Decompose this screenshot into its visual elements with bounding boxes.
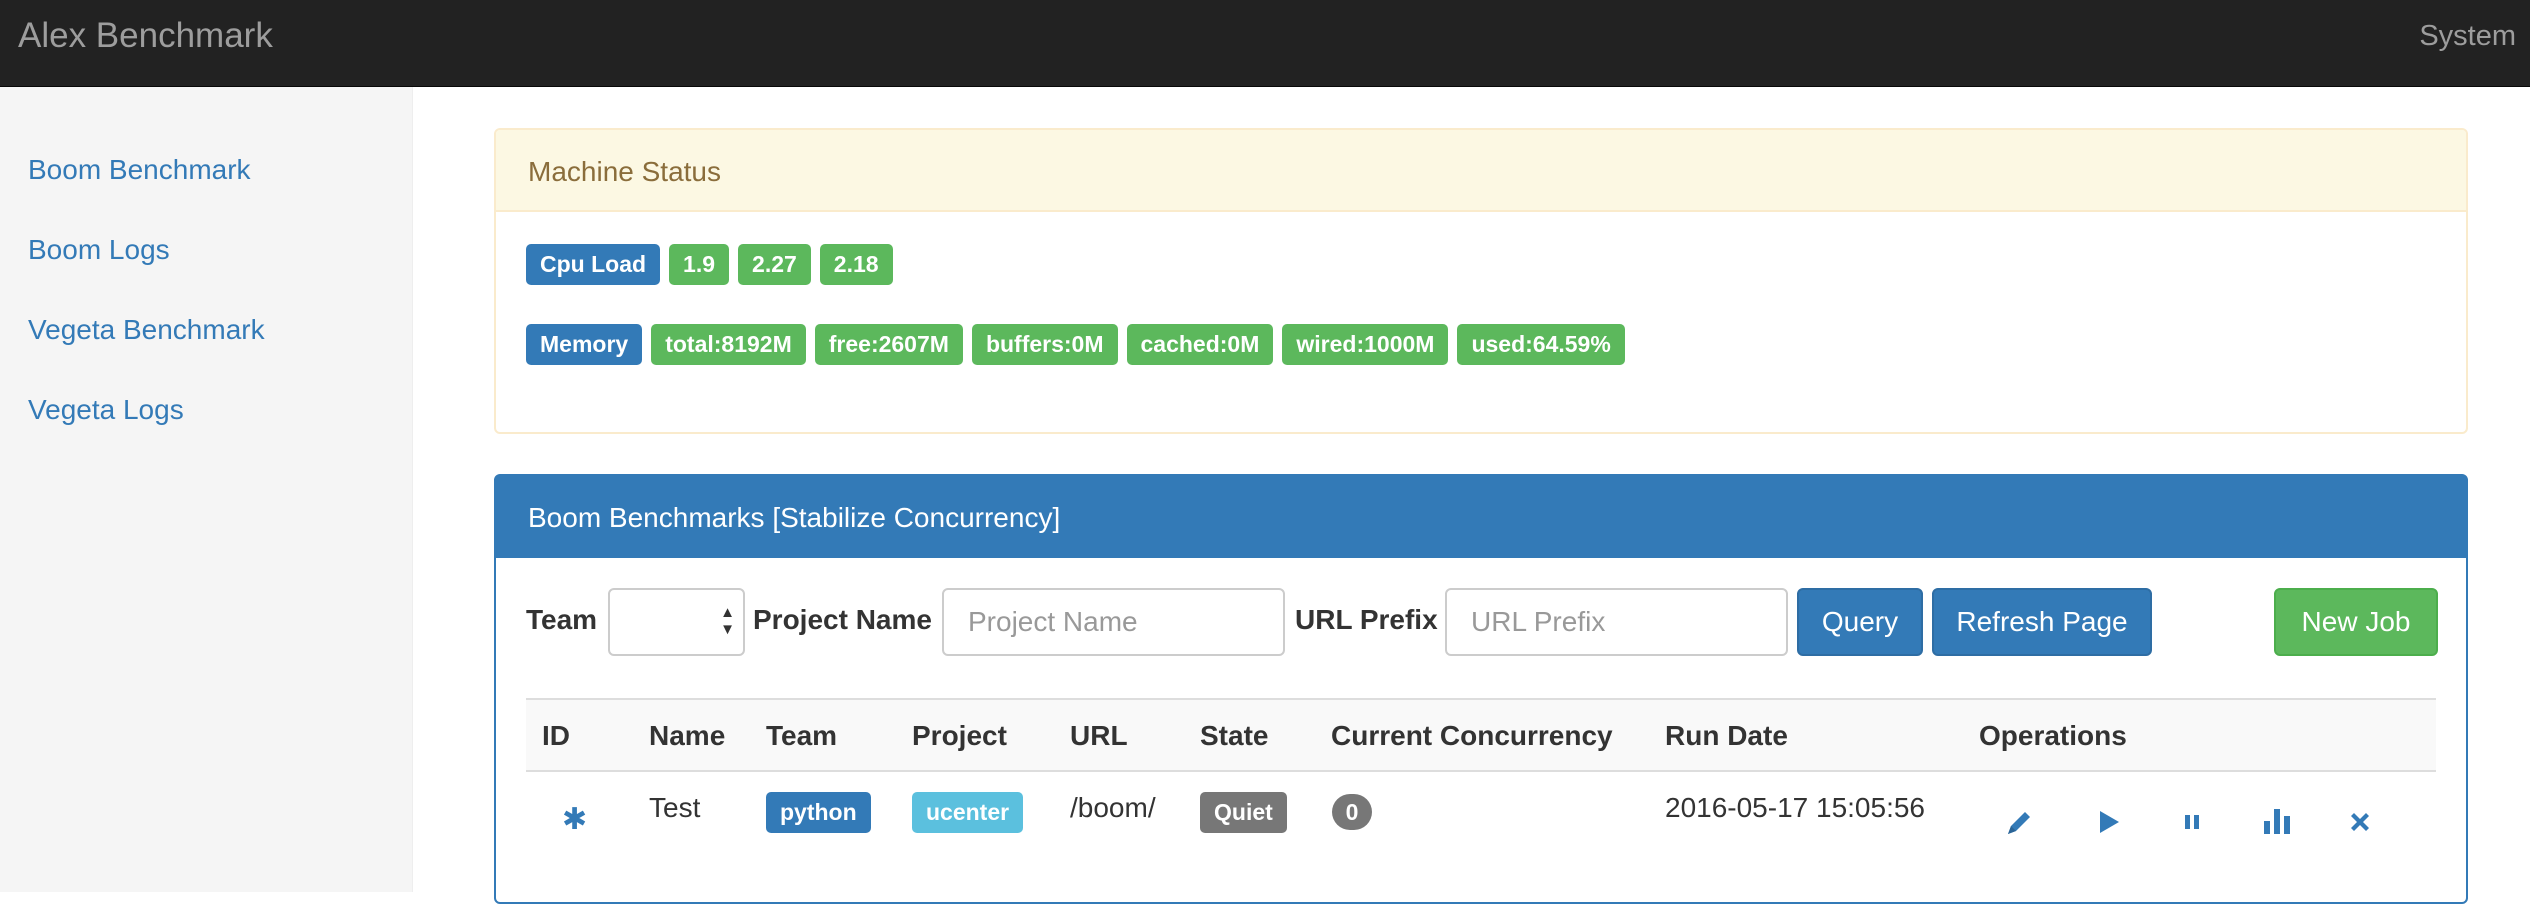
cpu-load-value: 2.27 — [738, 244, 811, 285]
column-header-operations: Operations — [1979, 720, 2127, 751]
cpu-load-value: 2.18 — [819, 244, 893, 285]
machine-status-panel: Machine Status Cpu Load 1.9 2.27 2.18 Me… — [494, 128, 2468, 434]
sidebar-item-vegeta-logs[interactable]: Vegeta Logs — [28, 394, 184, 426]
memory-buffers: buffers:0M — [971, 324, 1118, 365]
stats-icon[interactable] — [2260, 804, 2294, 838]
query-button[interactable]: Query — [1797, 588, 1923, 656]
pencil-icon[interactable] — [2004, 806, 2036, 838]
row-run-date: 2016-05-17 15:05:56 — [1665, 792, 1925, 823]
remove-icon[interactable] — [2344, 806, 2376, 838]
play-icon[interactable] — [2092, 806, 2124, 838]
machine-status-title: Machine Status — [496, 130, 2466, 212]
column-header-run-date: Run Date — [1665, 720, 1788, 751]
memory-row: Memory total:8192M free:2607M buffers:0M… — [526, 324, 1625, 366]
state-badge: Quiet — [1200, 792, 1287, 833]
memory-label: Memory — [526, 324, 643, 365]
top-navbar: Alex Benchmark System — [0, 0, 2530, 87]
nav-system-link[interactable]: System — [2419, 20, 2516, 53]
sidebar-item-boom-logs[interactable]: Boom Logs — [28, 234, 170, 266]
sidebar-item-vegeta-benchmark[interactable]: Vegeta Benchmark — [28, 314, 265, 346]
cpu-load-row: Cpu Load 1.9 2.27 2.18 — [526, 244, 893, 286]
boom-benchmarks-title: Boom Benchmarks [Stabilize Concurrency] — [496, 476, 2466, 558]
cpu-load-value: 1.9 — [669, 244, 730, 285]
refresh-page-button[interactable]: Refresh Page — [1932, 588, 2152, 656]
project-name-label: Project Name — [753, 604, 932, 635]
asterisk-icon[interactable]: ✱ — [562, 802, 587, 837]
sidebar: Boom Benchmark Boom Logs Vegeta Benchmar… — [0, 87, 413, 892]
pause-icon[interactable] — [2176, 806, 2208, 838]
brand-link[interactable]: Alex Benchmark — [18, 16, 273, 56]
row-name: Test — [649, 792, 701, 823]
concurrency-badge: 0 — [1332, 794, 1372, 830]
cpu-load-label: Cpu Load — [526, 244, 661, 285]
team-select[interactable]: ▲ ▼ — [608, 588, 745, 656]
project-badge: ucenter — [912, 792, 1024, 833]
team-filter-label: Team — [526, 604, 598, 635]
team-badge: python — [766, 792, 871, 833]
column-header-url: URL — [1070, 720, 1128, 751]
column-header-id: ID — [542, 720, 570, 751]
memory-wired: wired:1000M — [1282, 324, 1449, 365]
column-header-current-concurrency: Current Concurrency — [1331, 720, 1613, 751]
row-url: /boom/ — [1070, 792, 1156, 823]
memory-free: free:2607M — [814, 324, 963, 365]
new-job-button[interactable]: New Job — [2274, 588, 2438, 656]
column-header-state: State — [1200, 720, 1269, 751]
table-header: ID Name Team Project URL State Current C… — [526, 698, 2436, 772]
column-header-name: Name — [649, 720, 726, 751]
memory-used: used:64.59% — [1457, 324, 1625, 365]
column-header-project: Project — [912, 720, 1007, 751]
project-name-input[interactable] — [942, 588, 1285, 656]
column-header-team: Team — [766, 720, 838, 751]
url-prefix-label: URL Prefix — [1295, 604, 1438, 635]
select-arrows-icon: ▲ ▼ — [720, 604, 735, 638]
url-prefix-input[interactable] — [1445, 588, 1788, 656]
memory-total: total:8192M — [651, 324, 806, 365]
memory-cached: cached:0M — [1126, 324, 1274, 365]
sidebar-item-boom-benchmark[interactable]: Boom Benchmark — [28, 154, 251, 186]
boom-benchmarks-panel: Boom Benchmarks [Stabilize Concurrency] … — [494, 474, 2468, 904]
